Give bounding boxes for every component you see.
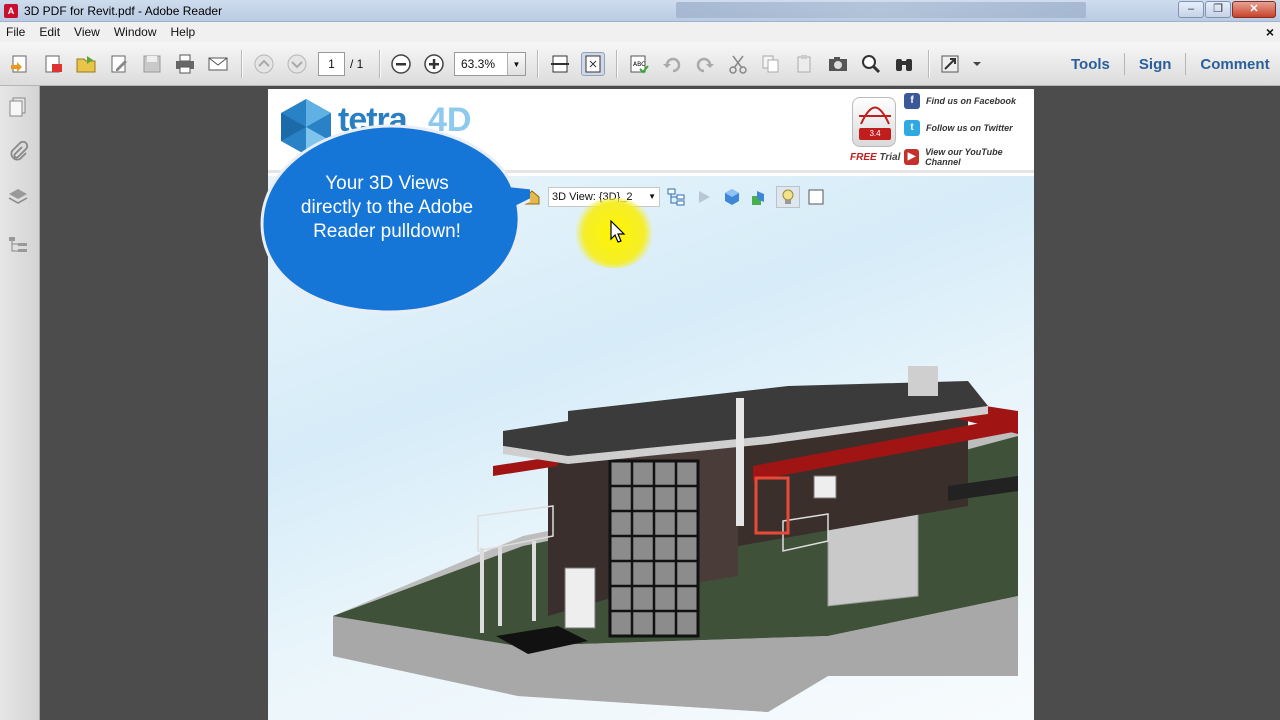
restore-button[interactable]: ❐ bbox=[1205, 1, 1231, 18]
toolbar-more-chevron-down-icon[interactable] bbox=[970, 52, 984, 76]
page-total: / 1 bbox=[350, 57, 364, 71]
zoom-value[interactable]: 63.3% bbox=[455, 53, 507, 75]
free-trial-text: FREE bbox=[850, 152, 877, 163]
comment-button[interactable]: Comment bbox=[1186, 56, 1280, 73]
find-binoculars-icon[interactable] bbox=[892, 52, 916, 76]
toolbar-separator bbox=[616, 50, 617, 78]
menu-bar: File Edit View Window Help × bbox=[0, 22, 1280, 42]
close-document-button[interactable]: × bbox=[1266, 24, 1274, 40]
fit-page-icon[interactable] bbox=[581, 52, 605, 76]
free-trial-label[interactable]: FREE Trial bbox=[850, 152, 900, 163]
snapshot-icon[interactable] bbox=[826, 52, 850, 76]
sign-button[interactable]: Sign bbox=[1125, 56, 1186, 73]
export-pdf-icon[interactable] bbox=[41, 52, 65, 76]
layers-icon[interactable] bbox=[7, 186, 29, 208]
tools-button[interactable]: Tools bbox=[1057, 56, 1124, 73]
print-icon[interactable] bbox=[173, 52, 197, 76]
toolbar-separator bbox=[928, 50, 929, 78]
page-number-input[interactable]: 1 bbox=[318, 52, 345, 76]
facebook-label: Find us on Facebook bbox=[926, 96, 1017, 106]
page-thumbnails-icon[interactable] bbox=[7, 96, 29, 118]
create-pdf-icon[interactable] bbox=[8, 52, 32, 76]
window-title: 3D PDF for Revit.pdf - Adobe Reader bbox=[24, 3, 223, 18]
twitter-icon: t bbox=[904, 120, 920, 136]
window-controls: – ❐ ✕ bbox=[1178, 1, 1276, 18]
zoom-out-icon[interactable] bbox=[389, 52, 413, 76]
rotate-icon[interactable] bbox=[660, 52, 684, 76]
edit-document-icon[interactable] bbox=[107, 52, 131, 76]
title-bar: A 3D PDF for Revit.pdf - Adobe Reader – … bbox=[0, 0, 1280, 22]
navigation-pane bbox=[0, 86, 40, 720]
acrobat-logo-icon bbox=[859, 106, 891, 125]
zoom-chevron-down-icon[interactable]: ▼ bbox=[507, 53, 525, 75]
youtube-icon: ▶ bbox=[904, 149, 920, 165]
badge-version: 3.4 bbox=[859, 128, 891, 140]
redo-icon[interactable] bbox=[693, 52, 717, 76]
twitter-label: Follow us on Twitter bbox=[926, 123, 1013, 133]
mouse-pointer-icon bbox=[610, 220, 626, 243]
youtube-link[interactable]: ▶ View our YouTube Channel bbox=[904, 147, 1034, 167]
zoom-select[interactable]: 63.3% ▼ bbox=[454, 52, 526, 76]
full-screen-icon[interactable] bbox=[938, 52, 962, 76]
twitter-link[interactable]: t Follow us on Twitter bbox=[904, 120, 1013, 136]
minimize-button[interactable]: – bbox=[1178, 1, 1204, 18]
menu-file[interactable]: File bbox=[0, 25, 33, 39]
menu-help[interactable]: Help bbox=[165, 25, 204, 39]
text-recognition-icon[interactable]: ABC bbox=[627, 52, 651, 76]
email-icon[interactable] bbox=[206, 52, 230, 76]
toolbar-separator bbox=[537, 50, 538, 78]
attachments-paperclip-icon[interactable] bbox=[7, 140, 29, 163]
fit-width-icon[interactable] bbox=[548, 52, 572, 76]
svg-text:ABC: ABC bbox=[633, 61, 645, 68]
callout-text: Your 3D Views directly to the Adobe Read… bbox=[300, 173, 474, 242]
search-icon[interactable] bbox=[859, 52, 883, 76]
adobe-reader-icon: A bbox=[4, 3, 18, 18]
close-button[interactable]: ✕ bbox=[1232, 1, 1276, 18]
blurred-region bbox=[676, 2, 1086, 18]
cut-icon[interactable] bbox=[726, 52, 750, 76]
zoom-in-icon[interactable] bbox=[422, 52, 446, 76]
paste-icon[interactable] bbox=[792, 52, 816, 76]
free-trial-suffix: Trial bbox=[879, 152, 901, 163]
acrobat-badge-icon[interactable]: 3.4 bbox=[852, 97, 896, 147]
model-tree-icon[interactable] bbox=[7, 234, 29, 256]
facebook-link[interactable]: f Find us on Facebook bbox=[904, 93, 1016, 109]
toolbar-separator bbox=[241, 50, 242, 78]
youtube-label: View our YouTube Channel bbox=[925, 147, 1003, 167]
previous-page-icon[interactable] bbox=[252, 52, 276, 76]
toolbar-right-links: Tools Sign Comment bbox=[1057, 42, 1280, 86]
copy-icon[interactable] bbox=[759, 52, 783, 76]
menu-view[interactable]: View bbox=[68, 25, 108, 39]
facebook-icon: f bbox=[904, 93, 920, 109]
next-page-icon[interactable] bbox=[285, 52, 309, 76]
menu-edit[interactable]: Edit bbox=[33, 25, 68, 39]
save-icon[interactable] bbox=[140, 52, 164, 76]
toolbar-separator bbox=[379, 50, 380, 78]
open-folder-icon[interactable] bbox=[74, 52, 98, 76]
menu-window[interactable]: Window bbox=[108, 25, 165, 39]
